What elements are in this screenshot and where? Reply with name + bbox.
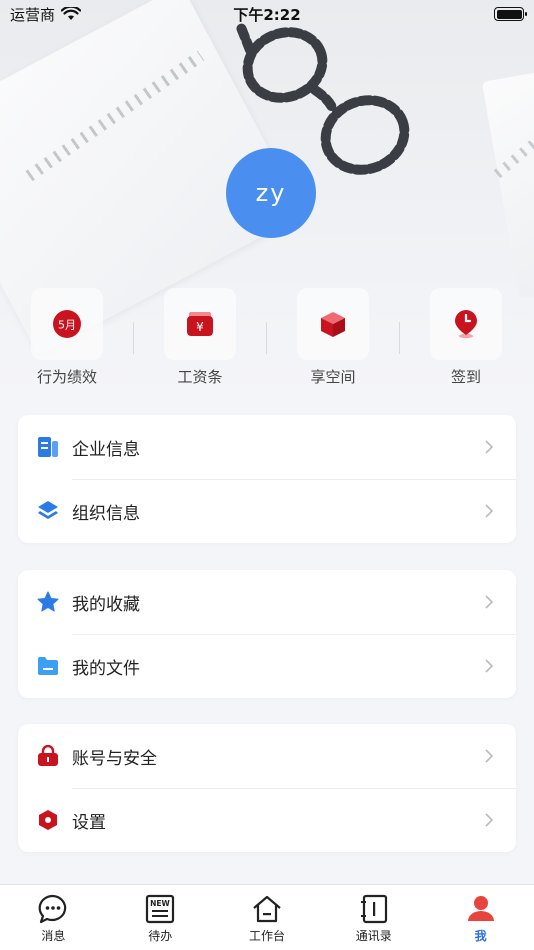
divider [266,322,267,354]
wifi-icon [61,7,82,20]
menu-group-personal: 我的收藏 我的文件 [18,570,516,698]
menu-item-org-info[interactable]: 组织信息 [18,479,516,543]
menu-item-account-security[interactable]: 账号与安全 [18,724,516,788]
menu-item-label: 我的文件 [72,658,140,679]
svg-text:¥: ¥ [196,320,204,334]
tab-messages[interactable]: 消息 [0,885,107,950]
quick-action-label: 工资条 [177,368,223,386]
chevron-right-icon [485,504,494,518]
contacts-book-icon [360,894,387,924]
tab-workbench[interactable]: 工作台 [214,885,321,950]
notebook-decoration [481,61,534,299]
quick-action-space[interactable]: 享空间 [273,288,393,387]
chevron-right-icon [485,440,494,454]
menu-item-settings[interactable]: 设置 [18,788,516,852]
hexagon-settings-icon [39,810,57,830]
quick-action-payslip[interactable]: ¥ 工资条 [140,288,260,387]
home-icon [253,895,281,923]
quick-action-label: 享空间 [310,368,356,386]
status-bar: 运营商 下午2:22 [0,0,534,28]
calendar-badge-icon: 5月 [53,310,81,338]
quick-action-label: 签到 [450,368,481,386]
star-icon [37,591,59,612]
svg-text:5月: 5月 [58,319,76,332]
wallet-icon: ¥ [187,312,213,336]
location-clock-icon [455,310,477,339]
tab-label: 通讯录 [355,929,392,943]
menu-group-company: 企业信息 组织信息 [18,415,516,543]
cube-icon [321,312,345,337]
quick-action-label: 行为绩效 [36,368,97,386]
chevron-right-icon [485,659,494,673]
quick-action-performance[interactable]: 5月 行为绩效 [7,288,127,387]
svg-text:NEW: NEW [150,899,170,908]
menu-item-label: 我的收藏 [72,594,140,615]
menu-item-company-info[interactable]: 企业信息 [18,415,516,479]
menu-item-label: 企业信息 [72,439,140,460]
tab-label: 工作台 [248,929,285,943]
tab-me[interactable]: 我 [427,885,534,950]
quick-actions: 5月 行为绩效 ¥ 工资条 享空间 签到 [0,288,534,398]
divider [133,322,134,354]
folder-icon [38,657,58,675]
menu-item-label: 组织信息 [72,503,140,524]
menu-item-label: 设置 [72,812,106,833]
battery-icon [494,7,527,21]
menu-item-favorites[interactable]: 我的收藏 [18,570,516,634]
tab-contacts[interactable]: 通讯录 [320,885,427,950]
person-icon [467,896,494,921]
tab-label: 消息 [41,929,66,943]
menu-item-label: 账号与安全 [72,748,157,769]
chat-bubble-icon [39,894,67,924]
menu-item-my-files[interactable]: 我的文件 [18,634,516,698]
lock-bag-icon [38,745,58,766]
tab-label: 我 [474,929,487,943]
chevron-right-icon [485,749,494,763]
menu-group-account: 账号与安全 设置 [18,724,516,852]
quick-action-checkin[interactable]: 签到 [406,288,526,387]
document-icon [38,437,58,457]
chevron-right-icon [485,595,494,609]
new-list-icon: NEW [146,894,175,924]
chevron-right-icon [485,813,494,827]
divider [399,322,400,354]
tab-todo[interactable]: NEW 待办 [107,885,214,950]
tab-label: 待办 [148,929,173,943]
avatar[interactable]: zy [226,148,316,238]
layers-icon [38,501,58,519]
tab-bar: 消息 NEW 待办 工作台 通讯录 我 [0,884,534,950]
carrier-label: 运营商 [10,5,56,24]
